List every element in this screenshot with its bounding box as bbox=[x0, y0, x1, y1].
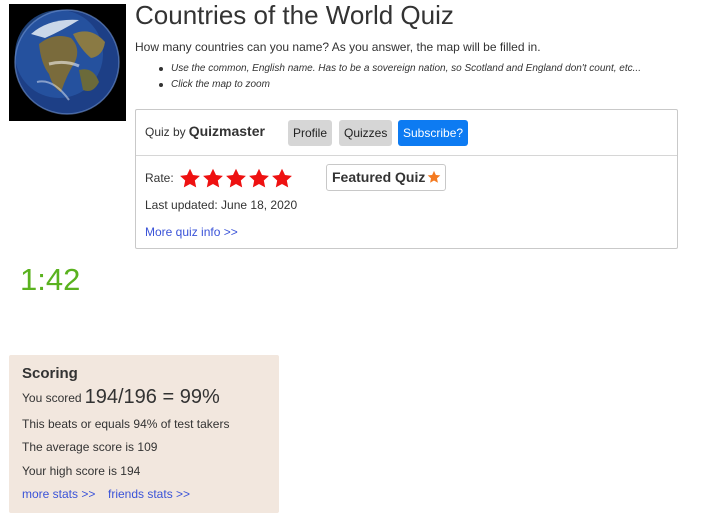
rating-star-icon[interactable] bbox=[179, 168, 201, 188]
friends-stats-link[interactable]: friends stats >> bbox=[108, 487, 190, 501]
author-row: Quiz by Quizmaster Profile Quizzes Subscr… bbox=[136, 110, 677, 156]
score-value: 194/196 = 99% bbox=[84, 386, 220, 408]
score-line: You scored 194/196 = 99% bbox=[22, 386, 220, 409]
quizzes-button[interactable]: Quizzes bbox=[339, 120, 393, 146]
page-title: Countries of the World Quiz bbox=[135, 0, 454, 30]
subscribe-button[interactable]: Subscribe? bbox=[398, 120, 469, 146]
bullet-icon bbox=[159, 83, 163, 87]
last-updated: Last updated: June 18, 2020 bbox=[145, 198, 298, 212]
rating-stars[interactable] bbox=[179, 168, 294, 188]
rating-star-icon[interactable] bbox=[271, 168, 293, 188]
scoring-panel: Scoring You scored 194/196 = 99% This bea… bbox=[9, 355, 279, 513]
bullet-icon bbox=[159, 67, 163, 71]
high-score-text: Your high score is 194 bbox=[22, 464, 141, 478]
rating-star-icon[interactable] bbox=[202, 168, 224, 188]
percentile-text: This beats or equals 94% of test takers bbox=[22, 417, 230, 431]
author-name[interactable]: Quizmaster bbox=[189, 123, 265, 139]
quiz-by-label: Quiz by bbox=[145, 125, 186, 139]
profile-button[interactable]: Profile bbox=[288, 120, 333, 146]
quiz-instructions: Use the common, English name. Has to be … bbox=[159, 62, 641, 94]
instruction-item: Use the common, English name. Has to be … bbox=[159, 62, 641, 78]
quiz-thumbnail-globe bbox=[9, 4, 126, 121]
quiz-by: Quiz by Quizmaster bbox=[145, 123, 265, 139]
scoring-heading: Scoring bbox=[22, 365, 78, 382]
rating-star-icon[interactable] bbox=[248, 168, 270, 188]
instruction-item: Click the map to zoom bbox=[159, 78, 641, 94]
score-label: You scored bbox=[22, 391, 82, 405]
rate-label: Rate: bbox=[145, 171, 174, 185]
more-quiz-info-link[interactable]: More quiz info >> bbox=[145, 225, 238, 239]
instruction-text: Click the map to zoom bbox=[171, 79, 270, 90]
timer: 1:42 bbox=[20, 262, 81, 297]
rating-star-icon[interactable] bbox=[225, 168, 247, 188]
featured-star-icon bbox=[428, 170, 441, 183]
instruction-text: Use the common, English name. Has to be … bbox=[171, 63, 641, 74]
featured-label: Featured Quiz bbox=[332, 169, 426, 185]
average-score-text: The average score is 109 bbox=[22, 440, 158, 454]
more-stats-link[interactable]: more stats >> bbox=[22, 487, 95, 501]
featured-quiz-badge: Featured Quiz bbox=[326, 164, 447, 191]
quiz-info-box: Quiz by Quizmaster Profile Quizzes Subscr… bbox=[135, 109, 678, 249]
quiz-description: How many countries can you name? As you … bbox=[135, 40, 541, 54]
